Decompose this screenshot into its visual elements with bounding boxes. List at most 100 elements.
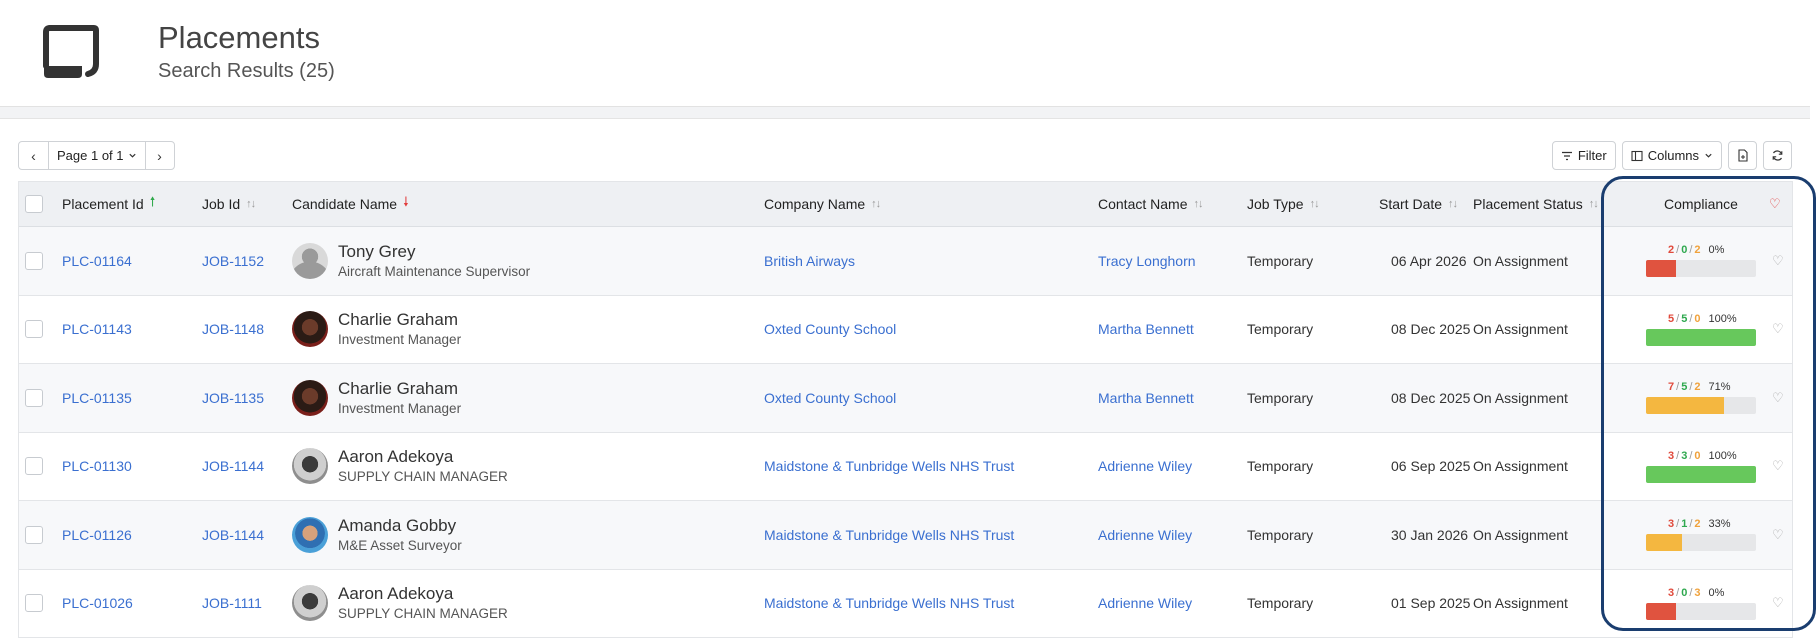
page-subtitle: Search Results (25) bbox=[158, 60, 335, 82]
heart-icon[interactable]: ♡ bbox=[1772, 595, 1784, 611]
compliance-green-count: 1 bbox=[1681, 518, 1688, 531]
sort-descending-icon: 🠗 bbox=[403, 194, 409, 209]
column-header-company-name[interactable]: Company Name ↑↓ bbox=[764, 182, 881, 226]
select-all-checkbox[interactable] bbox=[25, 195, 43, 213]
heart-icon[interactable]: ♡ bbox=[1772, 253, 1784, 269]
start-date-value: 01 Sep 2025 bbox=[1391, 595, 1471, 612]
candidate-cell: Aaron Adekoya SUPPLY CHAIN MANAGER bbox=[292, 433, 508, 501]
job-id-link[interactable]: JOB-1144 bbox=[202, 501, 264, 569]
candidate-name[interactable]: Aaron Adekoya bbox=[338, 583, 508, 605]
compliance-cell[interactable]: 3/ 3/ 0 100% bbox=[1646, 433, 1756, 501]
candidate-text: Charlie Graham Investment Manager bbox=[338, 378, 461, 418]
heart-icon[interactable]: ♡ bbox=[1772, 458, 1784, 474]
company-name-link[interactable]: Oxted County School bbox=[764, 296, 896, 364]
table-row[interactable]: PLC-01026 JOB-1111 Aaron Adekoya SUPPLY … bbox=[19, 570, 1792, 638]
row-checkbox[interactable] bbox=[25, 457, 43, 476]
company-name-link[interactable]: Maidstone & Tunbridge Wells NHS Trust bbox=[764, 433, 1014, 501]
columns-icon bbox=[1631, 150, 1643, 161]
placement-id-link[interactable]: PLC-01164 bbox=[62, 227, 132, 295]
job-id-link[interactable]: JOB-1152 bbox=[202, 227, 264, 295]
table-row[interactable]: PLC-01135 JOB-1135 Charlie Graham Invest… bbox=[19, 364, 1792, 433]
compliance-green-count: 5 bbox=[1681, 312, 1688, 325]
column-header-start-date[interactable]: Start Date ↑↓ bbox=[1379, 182, 1458, 226]
compliance-orange-count: 2 bbox=[1694, 518, 1701, 531]
candidate-text: Aaron Adekoya SUPPLY CHAIN MANAGER bbox=[338, 446, 508, 486]
job-id-link[interactable]: JOB-1148 bbox=[202, 296, 264, 364]
table-row[interactable]: PLC-01130 JOB-1144 Aaron Adekoya SUPPLY … bbox=[19, 433, 1792, 501]
contact-name-link[interactable]: Martha Bennett bbox=[1098, 296, 1194, 364]
chevron-right-icon: › bbox=[157, 147, 162, 164]
contact-name-link[interactable]: Martha Bennett bbox=[1098, 364, 1194, 432]
column-header-job-id[interactable]: Job Id ↑↓ bbox=[202, 182, 256, 226]
candidate-cell: Tony Grey Aircraft Maintenance Superviso… bbox=[292, 227, 530, 295]
job-type-value: Temporary bbox=[1247, 252, 1314, 269]
column-header-placement-id[interactable]: Placement Id 🠕 bbox=[62, 182, 155, 226]
avatar[interactable] bbox=[292, 448, 328, 485]
job-type-value: Temporary bbox=[1247, 595, 1314, 612]
compliance-cell[interactable]: 3/ 1/ 2 33% bbox=[1646, 501, 1756, 569]
compliance-progress-bar bbox=[1646, 465, 1756, 483]
contact-name-link[interactable]: Adrienne Wiley bbox=[1098, 501, 1192, 569]
contact-name-link[interactable]: Adrienne Wiley bbox=[1098, 433, 1192, 501]
table-row[interactable]: PLC-01126 JOB-1144 Amanda Gobby M&E Asse… bbox=[19, 501, 1792, 570]
company-name-link[interactable]: Oxted County School bbox=[764, 364, 896, 432]
table-row[interactable]: PLC-01143 JOB-1148 Charlie Graham Invest… bbox=[19, 296, 1792, 364]
filter-button[interactable]: Filter bbox=[1551, 141, 1616, 170]
export-button[interactable] bbox=[1728, 141, 1757, 170]
compliance-green-count: 3 bbox=[1681, 449, 1688, 462]
table-row[interactable]: PLC-01164 JOB-1152 Tony Grey Aircraft Ma… bbox=[19, 227, 1792, 296]
avatar[interactable] bbox=[292, 516, 328, 553]
column-header-job-type[interactable]: Job Type ↑↓ bbox=[1247, 182, 1320, 226]
job-id-link[interactable]: JOB-1144 bbox=[202, 433, 264, 501]
column-header-contact-name[interactable]: Contact Name ↑↓ bbox=[1098, 182, 1203, 226]
company-name-link[interactable]: British Airways bbox=[764, 227, 855, 295]
columns-button[interactable]: Columns bbox=[1621, 141, 1722, 170]
candidate-name[interactable]: Charlie Graham bbox=[338, 309, 461, 331]
company-name-link[interactable]: Maidstone & Tunbridge Wells NHS Trust bbox=[764, 570, 1014, 638]
job-id-link[interactable]: JOB-1135 bbox=[202, 364, 264, 432]
compliance-cell[interactable]: 3/ 0/ 3 0% bbox=[1646, 570, 1756, 638]
favorite-cell: ♡ bbox=[1772, 501, 1784, 569]
row-checkbox[interactable] bbox=[25, 525, 43, 544]
column-header-candidate-name[interactable]: Candidate Name 🠗 bbox=[292, 182, 409, 226]
compliance-cell[interactable]: 5/ 5/ 0 100% bbox=[1646, 296, 1756, 364]
job-id-link[interactable]: JOB-1111 bbox=[202, 570, 262, 638]
contact-name-link[interactable]: Adrienne Wiley bbox=[1098, 570, 1192, 638]
contact-name-link[interactable]: Tracy Longhorn bbox=[1098, 227, 1196, 295]
sort-icon: ↑↓ bbox=[1448, 198, 1458, 210]
row-select-cell bbox=[25, 296, 43, 364]
heart-icon[interactable]: ♡ bbox=[1772, 390, 1784, 406]
column-header-placement-status[interactable]: Placement Status ↑↓ bbox=[1473, 182, 1599, 226]
previous-page-button[interactable]: ‹ bbox=[19, 142, 48, 169]
compliance-counts: 5/ 5/ 0 100% bbox=[1668, 312, 1737, 325]
placement-id-link[interactable]: PLC-01135 bbox=[62, 364, 132, 432]
avatar[interactable] bbox=[292, 379, 328, 416]
row-checkbox[interactable] bbox=[25, 251, 43, 270]
placement-id-link[interactable]: PLC-01126 bbox=[62, 501, 132, 569]
candidate-name[interactable]: Charlie Graham bbox=[338, 378, 461, 400]
avatar[interactable] bbox=[292, 585, 328, 622]
compliance-cell[interactable]: 7/ 5/ 2 71% bbox=[1646, 364, 1756, 432]
row-checkbox[interactable] bbox=[25, 320, 43, 339]
company-name-link[interactable]: Maidstone & Tunbridge Wells NHS Trust bbox=[764, 501, 1014, 569]
avatar[interactable] bbox=[292, 311, 328, 348]
favorite-header-cell: ♡ bbox=[1769, 182, 1781, 226]
heart-icon[interactable]: ♡ bbox=[1769, 196, 1781, 212]
candidate-name[interactable]: Aaron Adekoya bbox=[338, 446, 508, 468]
column-header-compliance[interactable]: Compliance bbox=[1664, 182, 1738, 226]
row-checkbox[interactable] bbox=[25, 388, 43, 407]
placement-id-link[interactable]: PLC-01143 bbox=[62, 296, 132, 364]
heart-icon[interactable]: ♡ bbox=[1772, 321, 1784, 337]
heart-icon[interactable]: ♡ bbox=[1772, 527, 1784, 543]
refresh-button[interactable] bbox=[1763, 141, 1792, 170]
row-checkbox[interactable] bbox=[25, 594, 43, 613]
placement-id-link[interactable]: PLC-01026 bbox=[62, 570, 133, 638]
candidate-name[interactable]: Tony Grey bbox=[338, 241, 530, 263]
next-page-button[interactable]: › bbox=[144, 142, 174, 169]
placement-id-link[interactable]: PLC-01130 bbox=[62, 433, 132, 501]
avatar[interactable] bbox=[292, 242, 328, 279]
page-select[interactable]: Page 1 of 1 bbox=[48, 142, 145, 169]
candidate-name[interactable]: Amanda Gobby bbox=[338, 515, 462, 537]
compliance-cell[interactable]: 2/ 0/ 2 0% bbox=[1646, 227, 1756, 295]
column-header-label: Candidate Name bbox=[292, 196, 398, 212]
